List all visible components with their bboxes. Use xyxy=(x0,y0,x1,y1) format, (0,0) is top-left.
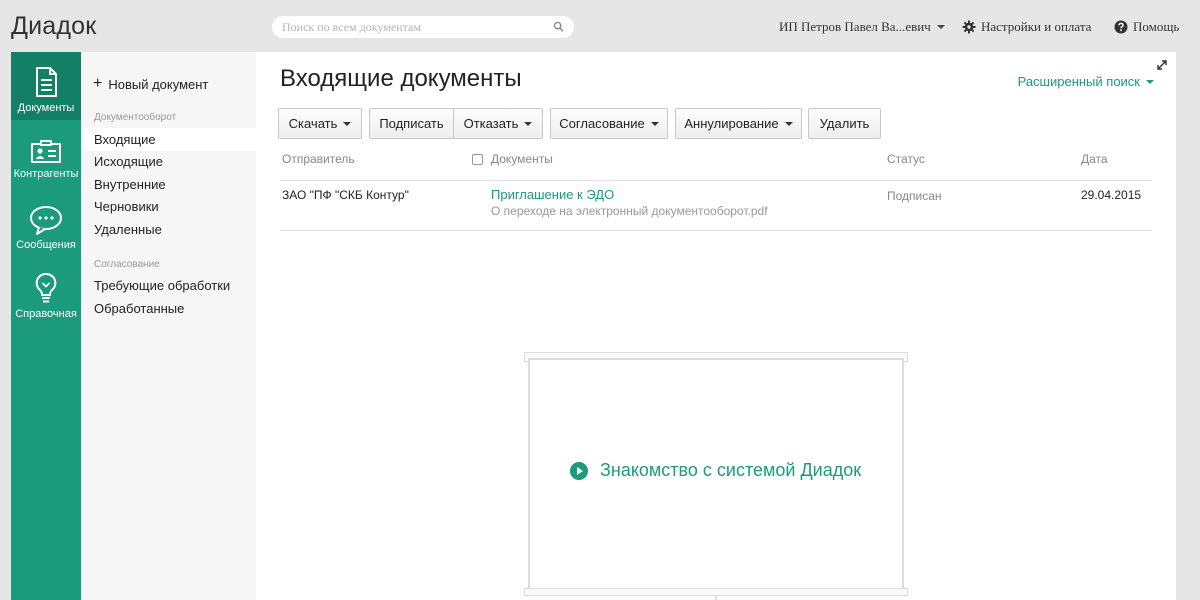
nav-contractors-label: Контрагенты xyxy=(13,168,79,180)
user-menu[interactable]: ИП Петров Павел Ва...евич xyxy=(779,19,945,35)
advanced-search-label: Расширенный поиск xyxy=(1017,74,1140,89)
left-navigation: Документы Контрагенты Сообщения Справочн… xyxy=(11,52,81,600)
sidebar-item-pending[interactable]: Требующие обработки xyxy=(81,274,256,297)
sidebar-item-inbox[interactable]: Входящие xyxy=(81,128,256,151)
sidebar-item-drafts[interactable]: Черновики xyxy=(81,195,256,218)
nav-help-reference[interactable]: Справочная xyxy=(11,256,81,324)
sign-button-label: Подписать xyxy=(379,116,444,131)
chevron-down-icon xyxy=(343,121,352,126)
nav-documents[interactable]: Документы xyxy=(11,52,81,120)
nav-documents-label: Документы xyxy=(17,102,75,114)
play-icon xyxy=(570,461,588,480)
help-label: Помощь xyxy=(1133,19,1180,34)
user-name: ИП Петров Павел Ва...евич xyxy=(779,19,931,34)
delete-button[interactable]: Удалить xyxy=(808,108,881,139)
section-title-approval: Согласование xyxy=(94,259,160,270)
intro-video-label: Знакомство с системой Диадок xyxy=(600,460,862,480)
column-header-sender[interactable]: Отправитель xyxy=(282,152,355,166)
nav-messages[interactable]: Сообщения xyxy=(11,188,81,256)
chevron-down-icon xyxy=(936,25,945,29)
sidebar-item-outbox[interactable]: Исходящие xyxy=(81,150,256,173)
nav-messages-label: Сообщения xyxy=(16,239,76,251)
search-icon[interactable] xyxy=(553,21,564,32)
row-status: Подписан xyxy=(887,189,942,203)
intro-video-link[interactable]: Знакомство с системой Диадок xyxy=(570,460,861,481)
document-icon xyxy=(36,67,57,97)
new-document-label: Новый документ xyxy=(108,76,209,92)
reject-button[interactable]: Отказать xyxy=(453,108,543,139)
app-logo[interactable]: Диадок xyxy=(11,12,96,41)
search-box[interactable] xyxy=(272,16,574,38)
gear-icon xyxy=(962,20,976,34)
column-header-documents: Документы xyxy=(472,152,553,166)
annulment-button[interactable]: Аннулирование xyxy=(675,108,802,139)
sidebar-item-processed[interactable]: Обработанные xyxy=(81,297,256,320)
expand-icon[interactable] xyxy=(1156,59,1168,71)
download-button[interactable]: Скачать xyxy=(278,108,362,139)
column-header-status[interactable]: Статус xyxy=(887,152,925,166)
table-row-divider xyxy=(280,230,1152,231)
column-header-date[interactable]: Дата xyxy=(1081,152,1108,166)
settings-link[interactable]: Настройки и оплата xyxy=(962,19,1091,35)
sign-button[interactable]: Подписать xyxy=(369,108,454,139)
sidebar-item-internal[interactable]: Внутренние xyxy=(81,173,256,196)
video-frame-stand xyxy=(715,596,717,600)
advanced-search-link[interactable]: Расширенный поиск xyxy=(1018,74,1154,89)
section-title-workflow: Документооборот xyxy=(94,112,177,123)
settings-label: Настройки и оплата xyxy=(981,19,1092,34)
plus-icon: + xyxy=(93,75,103,92)
nav-reference-label: Справочная xyxy=(15,308,77,320)
contacts-card-icon xyxy=(31,140,61,163)
question-circle-icon xyxy=(1114,20,1128,34)
page-title: Входящие документы xyxy=(280,65,522,92)
row-document-title-link[interactable]: Приглашение к ЭДО xyxy=(491,187,614,202)
new-document-button[interactable]: + Новый документ xyxy=(93,76,208,92)
intro-video-panel[interactable]: Знакомство с системой Диадок xyxy=(528,358,904,590)
search-input[interactable] xyxy=(282,19,542,35)
annulment-button-label: Аннулирование xyxy=(684,116,779,131)
chevron-down-icon xyxy=(650,121,659,126)
reject-button-label: Отказать xyxy=(463,116,519,131)
approval-button-label: Согласование xyxy=(559,116,645,131)
main-content: Входящие документы Расширенный поиск Ска… xyxy=(256,52,1176,600)
row-date: 29.04.2015 xyxy=(1081,188,1142,202)
delete-button-label: Удалить xyxy=(819,116,870,131)
chevron-down-icon xyxy=(1146,79,1154,84)
chevron-down-icon xyxy=(784,121,793,126)
approval-button[interactable]: Согласование xyxy=(550,108,668,139)
chevron-down-icon xyxy=(524,121,533,126)
chat-bubble-icon xyxy=(30,206,62,235)
nav-contractors[interactable]: Контрагенты xyxy=(11,120,81,188)
lightbulb-icon xyxy=(35,272,57,303)
select-all-checkbox[interactable] xyxy=(472,153,483,165)
row-sender: ЗАО "ПФ "СКБ Контур" xyxy=(282,188,409,202)
sidebar: + Новый документ Документооборот Входящи… xyxy=(81,52,256,600)
column-header-documents-label: Документы xyxy=(491,152,553,166)
table-header-divider xyxy=(280,180,1152,181)
download-button-label: Скачать xyxy=(288,116,338,131)
sidebar-item-deleted[interactable]: Удаленные xyxy=(81,218,256,241)
help-link[interactable]: Помощь xyxy=(1114,19,1179,35)
video-frame-bottom xyxy=(524,588,908,596)
top-bar: Диадок ИП Петров Павел Ва...евич xyxy=(0,0,1200,52)
row-document-file: О переходе на электронный документооборо… xyxy=(491,204,768,218)
